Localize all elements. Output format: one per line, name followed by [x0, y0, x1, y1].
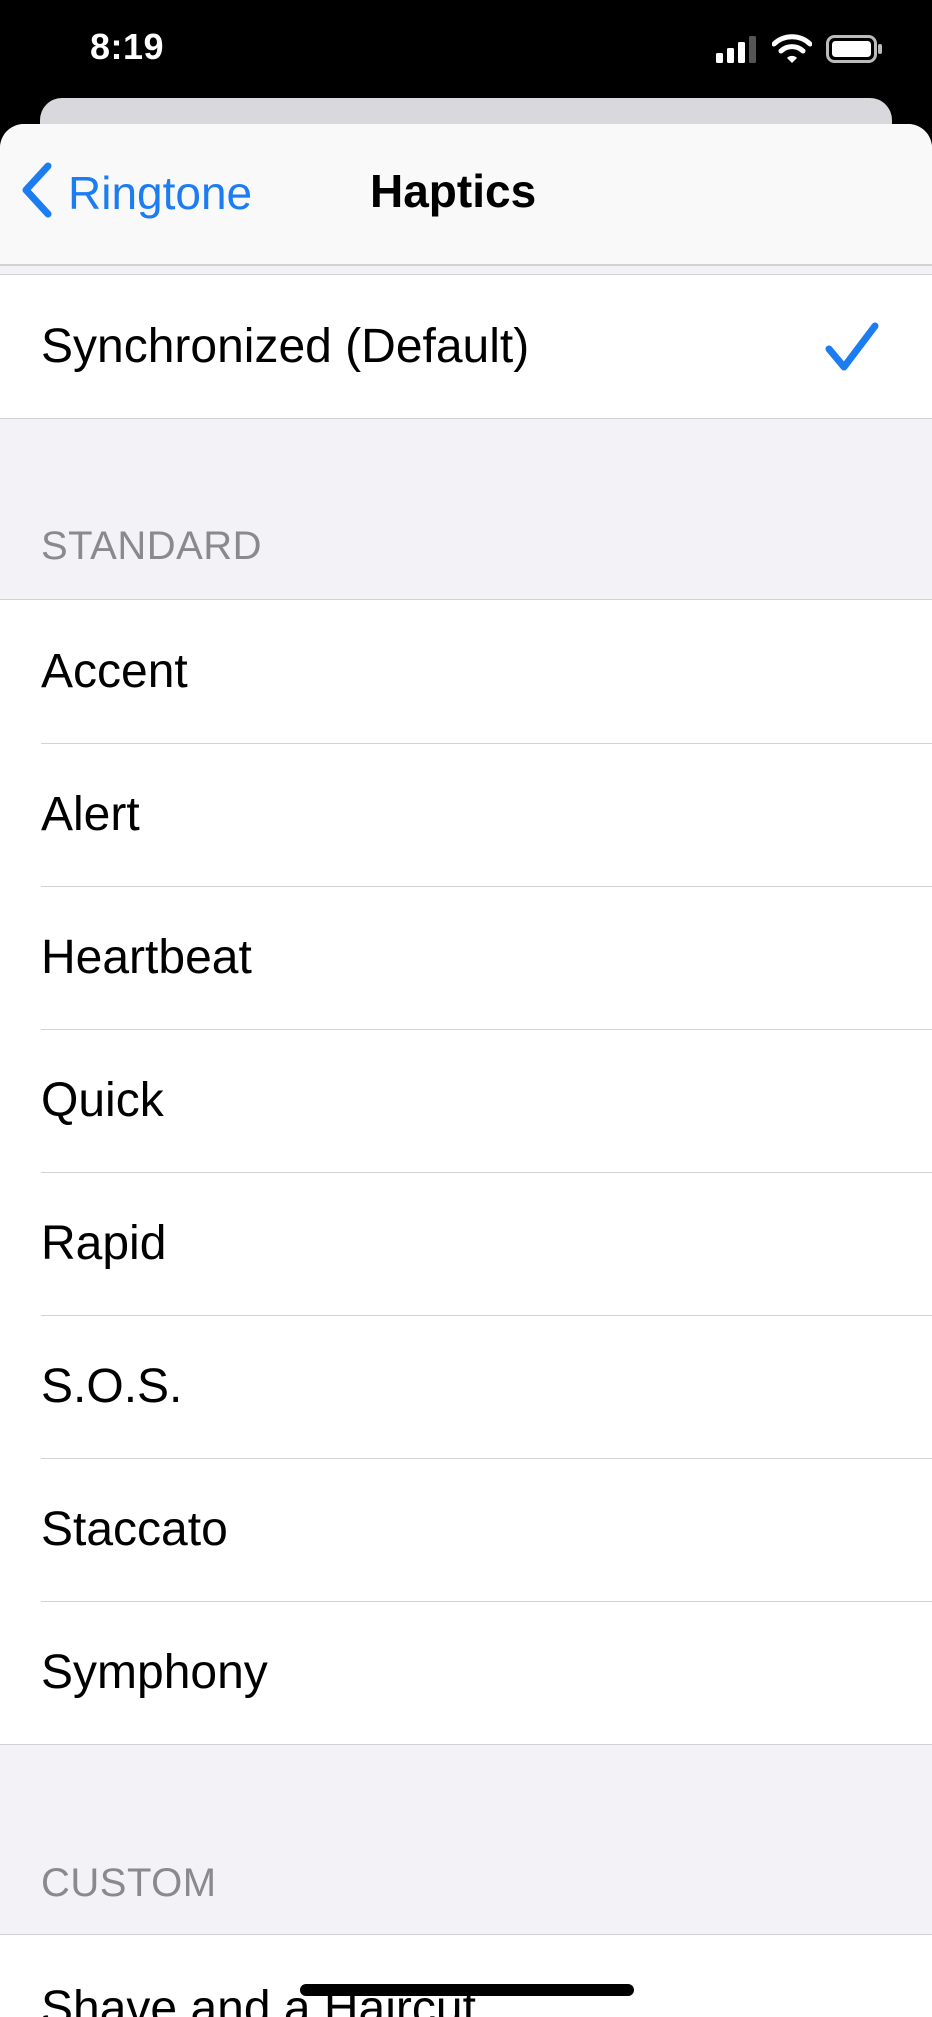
back-button[interactable]: Ringtone	[20, 160, 252, 225]
list-item-accent[interactable]: Accent	[0, 600, 932, 743]
list-item-shave-and-a-haircut[interactable]: Shave and a Haircut	[0, 1935, 932, 2017]
list-item-label: Heartbeat	[41, 931, 252, 984]
list-item-label: Staccato	[41, 1503, 228, 1556]
chevron-left-icon	[20, 160, 54, 225]
standard-group: Accent Alert Heartbeat Quick Rapid S.O.S…	[0, 599, 932, 1745]
section-header-custom: CUSTOM	[41, 1861, 217, 1905]
section-header-standard: STANDARD	[41, 524, 263, 568]
page-title: Haptics	[370, 165, 537, 217]
list-item-heartbeat[interactable]: Heartbeat	[0, 886, 932, 1029]
list-item-sos[interactable]: S.O.S.	[0, 1315, 932, 1458]
list-item-rapid[interactable]: Rapid	[0, 1172, 932, 1315]
status-bar: 8:19	[0, 0, 932, 100]
list-item-label: Rapid	[41, 1217, 167, 1270]
wifi-icon	[771, 34, 813, 69]
list-item-label: Alert	[41, 788, 140, 841]
checkmark-icon	[824, 321, 880, 385]
status-time: 8:19	[90, 26, 165, 67]
list-item-label: Synchronized (Default)	[41, 320, 530, 373]
back-button-label: Ringtone	[68, 166, 253, 219]
list-item-label: S.O.S.	[41, 1360, 183, 1413]
selected-group: Synchronized (Default)	[0, 274, 932, 419]
navigation-bar: Ringtone Haptics	[0, 124, 932, 266]
list-item-symphony[interactable]: Symphony	[0, 1601, 932, 1744]
haptics-sheet: Ringtone Haptics Synchronized (Default) …	[0, 124, 932, 2017]
cellular-signal-icon	[716, 35, 758, 68]
home-indicator	[300, 1984, 634, 1996]
list-item-label: Accent	[41, 645, 188, 698]
list-item-staccato[interactable]: Staccato	[0, 1458, 932, 1601]
status-icons	[716, 34, 884, 69]
custom-group: Shave and a Haircut	[0, 1934, 932, 2017]
list-item-synchronized-default[interactable]: Synchronized (Default)	[0, 275, 932, 418]
battery-icon	[826, 35, 884, 68]
list-item-alert[interactable]: Alert	[0, 743, 932, 886]
list-item-label: Quick	[41, 1074, 164, 1127]
list-item-quick[interactable]: Quick	[0, 1029, 932, 1172]
list-item-label: Symphony	[41, 1646, 268, 1699]
